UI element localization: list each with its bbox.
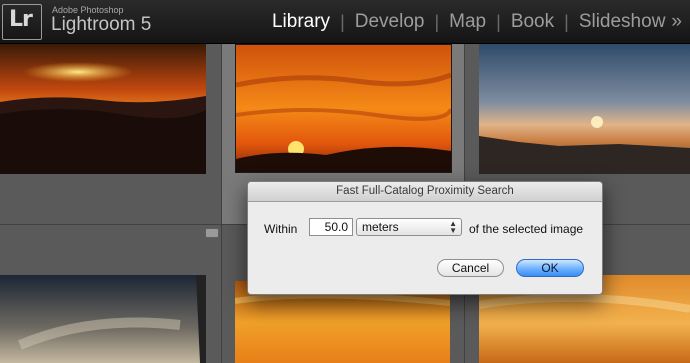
more-modules-icon[interactable]: »	[671, 11, 682, 33]
unit-select[interactable]: meters ▲ ▼	[356, 218, 462, 236]
proximity-search-dialog: Fast Full-Catalog Proximity Search Withi…	[247, 181, 603, 295]
select-arrows-icon: ▲ ▼	[449, 219, 457, 235]
module-picker: Library | Develop | Map | Book | Slidesh…	[262, 11, 682, 33]
within-label: Within	[264, 222, 298, 236]
unit-select-value: meters	[362, 220, 399, 234]
grid-divider	[221, 44, 222, 363]
ok-button[interactable]: OK	[516, 259, 584, 277]
grid-cell[interactable]	[0, 225, 221, 363]
module-slideshow[interactable]: Slideshow	[569, 11, 676, 33]
top-bar: Lr Adobe Photoshop Lightroom 5 Library |…	[0, 0, 690, 44]
module-map[interactable]: Map	[439, 11, 496, 33]
grid-cell-badge	[205, 228, 219, 238]
product-name: Lightroom 5	[51, 14, 152, 35]
module-develop[interactable]: Develop	[345, 11, 435, 33]
cancel-button[interactable]: Cancel	[437, 259, 504, 277]
module-book[interactable]: Book	[501, 11, 564, 33]
distance-input[interactable]: 50.0	[309, 218, 353, 236]
grid-cell[interactable]	[0, 44, 221, 224]
lightroom-logo-icon: Lr	[2, 4, 42, 40]
photo-thumbnail[interactable]	[0, 44, 206, 174]
photo-thumbnail[interactable]	[479, 44, 690, 174]
dialog-title: Fast Full-Catalog Proximity Search	[248, 182, 602, 202]
photo-thumbnail[interactable]	[235, 44, 452, 173]
photo-thumbnail[interactable]	[0, 275, 206, 363]
module-library[interactable]: Library	[262, 11, 340, 33]
suffix-label: of the selected image	[469, 222, 584, 236]
